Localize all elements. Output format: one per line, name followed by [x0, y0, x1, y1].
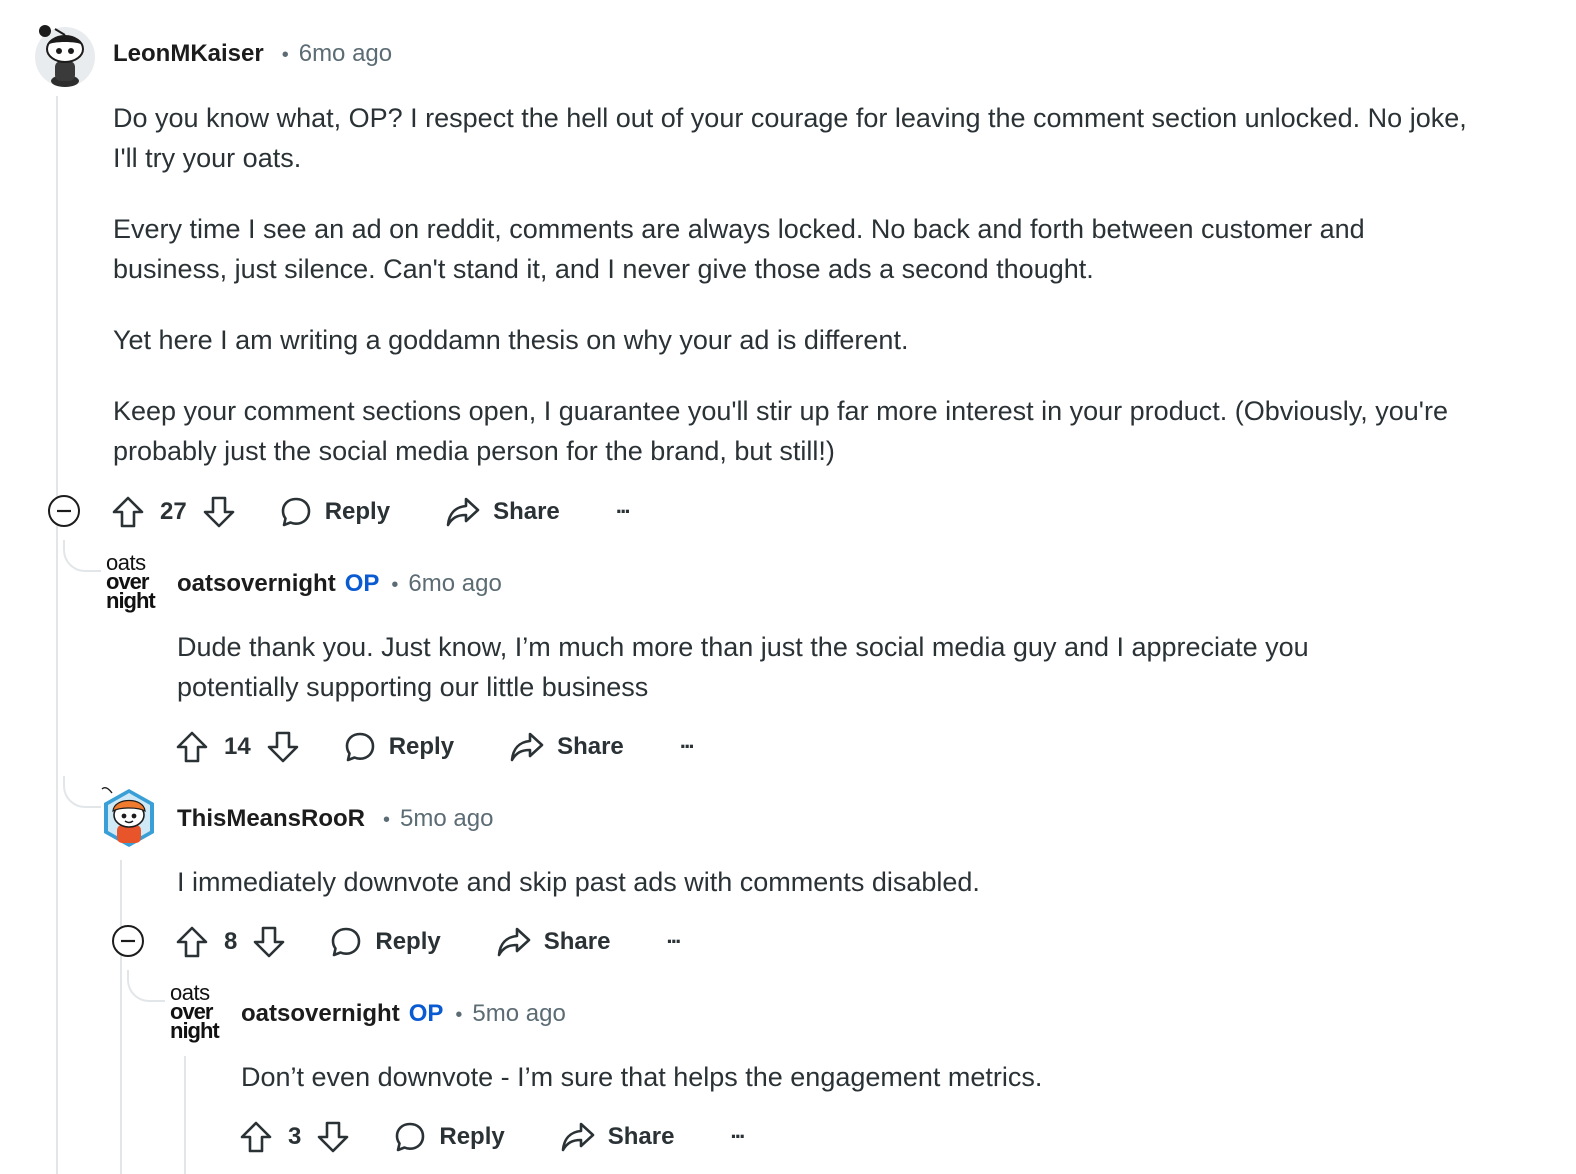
vote-count: 8 — [224, 928, 238, 955]
collapse-icon[interactable] — [47, 494, 81, 528]
reply-label: Reply — [388, 733, 455, 760]
meta-separator: • — [391, 574, 399, 596]
username[interactable]: ThisMeansRooR — [177, 805, 365, 833]
reply-button[interactable]: Reply — [393, 1120, 505, 1154]
username[interactable]: LeonMKaiser — [113, 40, 264, 68]
more-icon: ··· — [615, 499, 632, 524]
more-options-button[interactable]: ··· — [615, 499, 632, 525]
share-button[interactable]: Share — [496, 925, 611, 959]
meta-separator: • — [281, 44, 289, 66]
meta-separator: • — [455, 1004, 463, 1026]
comment-body: Do you know what, OP? I respect the hell… — [113, 98, 1473, 502]
username[interactable]: oatsovernight — [177, 570, 336, 598]
comment-paragraph: Dude thank you. Just know, I’m much more… — [177, 632, 1309, 702]
thread-connector — [127, 970, 165, 1002]
share-icon — [496, 925, 532, 959]
reply-label: Reply — [375, 928, 441, 955]
avatar[interactable] — [33, 25, 97, 87]
downvote-icon[interactable] — [201, 494, 237, 530]
thread-connector — [63, 776, 101, 808]
meta-separator: • — [383, 809, 391, 831]
reply-label: Reply — [324, 498, 391, 525]
comment-actions: 8 Reply Share ··· — [174, 922, 682, 962]
avatar[interactable]: oats over night — [106, 552, 158, 613]
comment-paragraph: Do you know what, OP? I respect the hell… — [113, 103, 1467, 173]
downvote-icon[interactable] — [251, 924, 287, 960]
avatar-text: night — [170, 1018, 220, 1043]
op-badge: OP — [408, 1000, 444, 1027]
comment-paragraph: Every time I see an ad on reddit, commen… — [113, 214, 1365, 284]
snoo-avatar-orange-cap-icon — [101, 786, 154, 847]
reply-icon — [329, 925, 363, 959]
more-icon: ··· — [666, 929, 682, 954]
upvote-icon[interactable] — [174, 729, 210, 765]
op-badge: OP — [344, 570, 380, 597]
share-button[interactable]: Share — [509, 730, 624, 764]
share-button[interactable]: Share — [560, 1120, 675, 1154]
thread-line-level-1 — [120, 860, 122, 1174]
snoo-avatar-dark-icon — [35, 25, 95, 87]
upvote-icon[interactable] — [174, 924, 210, 960]
collapse-icon[interactable] — [111, 924, 145, 958]
share-icon — [509, 730, 545, 764]
reply-button[interactable]: Reply — [343, 730, 454, 764]
username[interactable]: oatsovernight — [241, 1000, 400, 1028]
reply-icon — [343, 730, 377, 764]
timestamp[interactable]: 5mo ago — [472, 1000, 565, 1028]
comment-meta: LeonMKaiser • 6mo ago — [113, 40, 392, 68]
more-icon: ··· — [730, 1124, 746, 1149]
share-icon — [560, 1120, 596, 1154]
upvote-icon[interactable] — [238, 1119, 274, 1155]
share-label: Share — [493, 498, 560, 525]
reply-icon — [279, 495, 313, 529]
timestamp[interactable]: 6mo ago — [408, 570, 501, 598]
thread-line-level-0 — [56, 96, 58, 1174]
thread-line-level-2 — [184, 1056, 186, 1174]
reply-icon — [393, 1120, 427, 1154]
comment-meta: ThisMeansRooR • 5mo ago — [177, 805, 493, 833]
share-label: Share — [557, 733, 624, 760]
avatar[interactable]: oats over night — [170, 982, 222, 1043]
vote-count: 27 — [160, 498, 187, 525]
reply-button[interactable]: Reply — [329, 925, 441, 959]
timestamp[interactable]: 5mo ago — [400, 805, 493, 833]
reply-button[interactable]: Reply — [279, 495, 390, 529]
reply-label: Reply — [439, 1123, 505, 1150]
comment-body: Dude thank you. Just know, I’m much more… — [177, 627, 1437, 738]
downvote-icon[interactable] — [265, 729, 301, 765]
comment-actions: 27 Reply Share ··· — [110, 492, 632, 532]
more-icon: ··· — [679, 734, 696, 759]
share-icon — [445, 495, 481, 529]
more-options-button[interactable]: ··· — [679, 734, 696, 760]
more-options-button[interactable]: ··· — [730, 1124, 746, 1150]
avatar[interactable] — [100, 781, 158, 849]
comment-paragraph: Don’t even downvote - I’m sure that help… — [241, 1062, 1043, 1092]
share-label: Share — [607, 1123, 675, 1150]
share-button[interactable]: Share — [445, 495, 560, 529]
vote-count: 3 — [288, 1123, 302, 1150]
comment-paragraph: Yet here I am writing a goddamn thesis o… — [113, 325, 909, 355]
comment-actions: 3 Reply Share ··· — [238, 1117, 746, 1157]
comment-actions: 14 Reply Share ··· — [174, 727, 696, 767]
more-options-button[interactable]: ··· — [666, 929, 682, 955]
comment-meta: oatsovernight OP • 6mo ago — [177, 570, 502, 598]
avatar-text: night — [106, 588, 156, 613]
vote-count: 14 — [224, 733, 251, 760]
comment-paragraph: Keep your comment sections open, I guara… — [113, 396, 1448, 466]
timestamp[interactable]: 6mo ago — [299, 40, 392, 68]
share-label: Share — [543, 928, 611, 955]
downvote-icon[interactable] — [315, 1119, 351, 1155]
upvote-icon[interactable] — [110, 494, 146, 530]
thread-connector — [63, 540, 101, 572]
comment-paragraph: I immediately downvote and skip past ads… — [177, 867, 980, 897]
comment-meta: oatsovernight OP • 5mo ago — [241, 1000, 566, 1028]
